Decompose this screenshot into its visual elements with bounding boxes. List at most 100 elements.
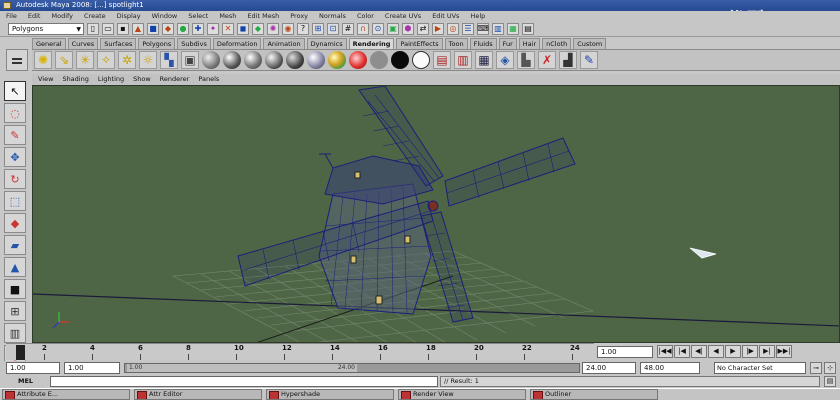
move-tool-icon[interactable]: ✥ bbox=[4, 147, 26, 167]
tab-curves[interactable]: Curves bbox=[67, 38, 99, 49]
persp-outliner-layout-icon[interactable]: ▥ bbox=[4, 323, 26, 343]
volume-light-icon[interactable]: ☼ bbox=[139, 51, 157, 69]
menu-create[interactable]: Create bbox=[84, 11, 106, 21]
time-slider[interactable]: 2 4 6 8 10 12 14 16 18 20 22 24 bbox=[6, 343, 594, 360]
tab-subdivs[interactable]: Subdivs bbox=[177, 38, 211, 49]
current-frame-marker[interactable] bbox=[16, 345, 25, 360]
range-slider[interactable]: 1.00 24.00 bbox=[124, 363, 580, 373]
tab-painteffects[interactable]: PaintEffects bbox=[396, 38, 443, 49]
playback-start-field[interactable]: 1.00 bbox=[64, 362, 120, 374]
camera-icon[interactable]: ▚ bbox=[160, 51, 178, 69]
panel-menu-shading[interactable]: Shading bbox=[62, 74, 88, 85]
character-set-dropdown[interactable]: No Character Set bbox=[714, 362, 806, 374]
menu-set-dropdown[interactable]: Polygons ▼ bbox=[8, 22, 84, 35]
menu-normals[interactable]: Normals bbox=[319, 11, 346, 21]
surface-shader-icon[interactable] bbox=[370, 51, 388, 69]
channel-box-icon[interactable]: ▤ bbox=[522, 22, 534, 35]
blinn-material-icon[interactable] bbox=[223, 51, 241, 69]
shading-map-icon[interactable] bbox=[349, 51, 367, 69]
step-forward-key-icon[interactable]: ▶| bbox=[759, 345, 775, 358]
animation-end-field[interactable]: 48.00 bbox=[640, 362, 700, 374]
snap-curve-icon[interactable]: ∩ bbox=[357, 22, 369, 35]
area-light-icon[interactable]: ✲ bbox=[118, 51, 136, 69]
spot-light-icon[interactable]: ✧ bbox=[97, 51, 115, 69]
render-flags-icon[interactable]: ▟ bbox=[559, 51, 577, 69]
tab-general[interactable]: General bbox=[32, 38, 66, 49]
mask-icon[interactable]: ● bbox=[177, 22, 189, 35]
tab-custom[interactable]: Custom bbox=[573, 38, 607, 49]
panel-menu-show[interactable]: Show bbox=[133, 74, 151, 85]
scale-tool-icon[interactable]: ⬚ bbox=[4, 191, 26, 211]
command-language-label[interactable]: MEL bbox=[18, 377, 33, 385]
tab-hair[interactable]: Hair bbox=[518, 38, 541, 49]
history-icon[interactable]: ⇄ bbox=[417, 22, 429, 35]
go-to-end-icon[interactable]: ▶▶| bbox=[776, 345, 792, 358]
render-current-frame-icon[interactable]: ▶ bbox=[432, 22, 444, 35]
go-to-start-icon[interactable]: |◀◀ bbox=[657, 345, 673, 358]
menu-window[interactable]: Window bbox=[152, 11, 178, 21]
use-background-icon[interactable] bbox=[391, 51, 409, 69]
current-frame-field[interactable]: 1.00 bbox=[597, 346, 653, 358]
show-manipulator-icon[interactable]: ▰ bbox=[4, 235, 26, 255]
misc-mask-icon[interactable]: ? bbox=[297, 22, 309, 35]
batch-render-icon[interactable]: ◈ bbox=[496, 51, 514, 69]
phong-material-icon[interactable] bbox=[244, 51, 262, 69]
sidebar-toggle-icon[interactable]: ▥ bbox=[492, 22, 504, 35]
lasso-tool-icon[interactable]: ◌ bbox=[4, 103, 26, 123]
white-shader-icon[interactable] bbox=[412, 51, 430, 69]
select-object-icon[interactable]: ■ bbox=[147, 22, 159, 35]
delete-render-icon[interactable]: ✗ bbox=[538, 51, 556, 69]
select-hierarchy-icon[interactable]: ▲ bbox=[132, 22, 144, 35]
range-slider-handle[interactable]: 1.00 24.00 bbox=[127, 364, 357, 372]
menu-edit[interactable]: Edit bbox=[28, 11, 41, 21]
script-editor-icon[interactable]: ▤ bbox=[824, 376, 836, 387]
panel-menu-renderer[interactable]: Renderer bbox=[160, 74, 190, 85]
tool-settings-icon[interactable]: ▦ bbox=[507, 22, 519, 35]
menu-display[interactable]: Display bbox=[117, 11, 141, 21]
snap-view-icon[interactable]: ▣ bbox=[387, 22, 399, 35]
task-render-view[interactable]: Render View bbox=[398, 389, 526, 400]
tab-fur[interactable]: Fur bbox=[498, 38, 517, 49]
panel-menu-panels[interactable]: Panels bbox=[198, 74, 219, 85]
menu-proxy[interactable]: Proxy bbox=[290, 11, 308, 21]
task-hypershade[interactable]: Hypershade bbox=[266, 389, 394, 400]
anisotropic-material-icon[interactable] bbox=[286, 51, 304, 69]
menu-color[interactable]: Color bbox=[357, 11, 374, 21]
tab-ncloth[interactable]: nCloth bbox=[542, 38, 572, 49]
tab-rendering[interactable]: Rendering bbox=[348, 38, 395, 49]
four-view-layout-icon[interactable]: ⊞ bbox=[4, 301, 26, 321]
paint-select-tool-icon[interactable]: ✎ bbox=[4, 125, 26, 145]
play-backwards-icon[interactable]: ◀ bbox=[708, 345, 724, 358]
input-box-icon[interactable]: ⌨ bbox=[477, 22, 489, 35]
snap-point-icon[interactable]: ⊙ bbox=[372, 22, 384, 35]
open-scene-icon[interactable]: ▭ bbox=[102, 22, 114, 35]
last-tool-icon[interactable]: ▲ bbox=[4, 257, 26, 277]
playback-end-field[interactable]: 24.00 bbox=[582, 362, 636, 374]
ramp-shader-icon[interactable] bbox=[328, 51, 346, 69]
lock-selection-icon[interactable]: ⊞ bbox=[312, 22, 324, 35]
menu-select[interactable]: Select bbox=[188, 11, 208, 21]
paint-brush-icon[interactable]: ✎ bbox=[580, 51, 598, 69]
deform-mask-icon[interactable]: ◆ bbox=[252, 22, 264, 35]
dynamic-mask-icon[interactable]: ✺ bbox=[267, 22, 279, 35]
curve-mask-icon[interactable]: ✕ bbox=[222, 22, 234, 35]
hypershade-icon[interactable]: ▣ bbox=[181, 51, 199, 69]
ipr-render-icon[interactable]: ◎ bbox=[447, 22, 459, 35]
auto-key-icon[interactable]: ⊸ bbox=[810, 362, 822, 374]
menu-modify[interactable]: Modify bbox=[51, 11, 73, 21]
rotate-tool-icon[interactable]: ↻ bbox=[4, 169, 26, 189]
joint-mask-icon[interactable]: ✦ bbox=[207, 22, 219, 35]
surface-mask-icon[interactable]: ◼ bbox=[237, 22, 249, 35]
tab-toon[interactable]: Toon bbox=[444, 38, 468, 49]
step-forward-frame-icon[interactable]: |▶ bbox=[742, 345, 758, 358]
render-layer-icon[interactable]: ▙ bbox=[517, 51, 535, 69]
handle-mask-icon[interactable]: ✚ bbox=[192, 22, 204, 35]
shelf-menu-button[interactable] bbox=[6, 49, 28, 71]
tab-animation[interactable]: Animation bbox=[263, 38, 305, 49]
task-outliner[interactable]: Outliner bbox=[530, 389, 658, 400]
tab-surfaces[interactable]: Surfaces bbox=[100, 38, 137, 49]
play-forwards-icon[interactable]: ▶ bbox=[725, 345, 741, 358]
step-back-frame-icon[interactable]: ◀| bbox=[691, 345, 707, 358]
anim-prefs-icon[interactable]: ⊹ bbox=[824, 362, 836, 374]
menu-help[interactable]: Help bbox=[470, 11, 485, 21]
